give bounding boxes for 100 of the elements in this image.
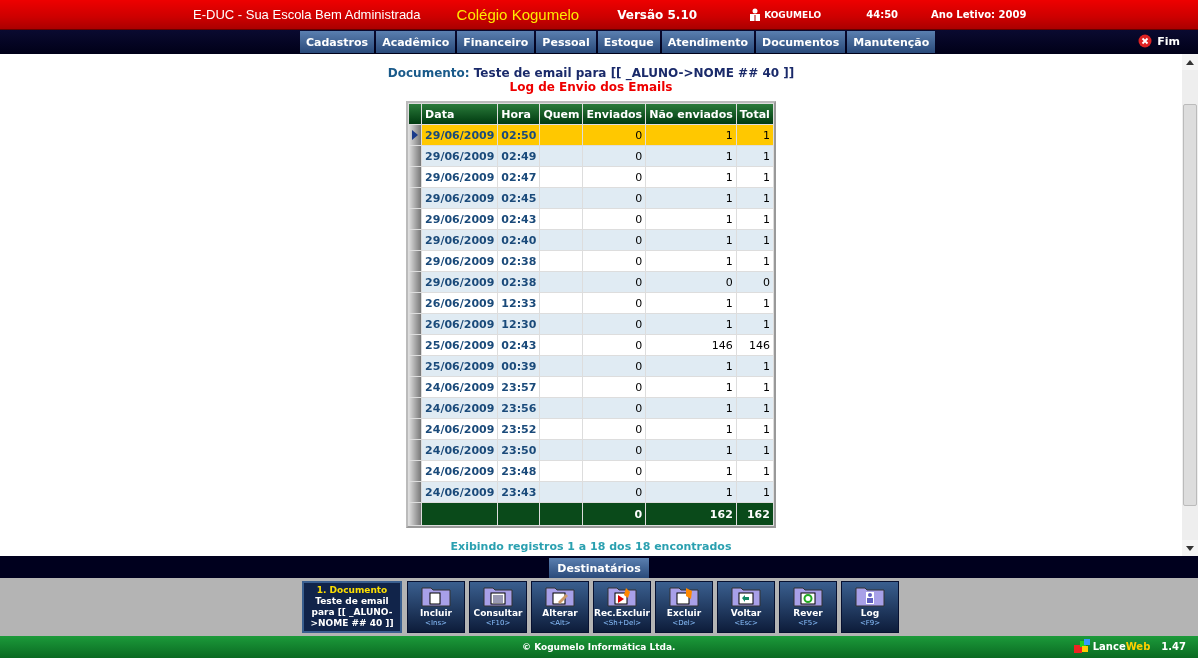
menu-item[interactable]: Acadêmico bbox=[376, 31, 456, 53]
table-cell: 02:38 bbox=[498, 251, 540, 271]
scroll-up-icon bbox=[1186, 59, 1194, 65]
total-cell: 162 bbox=[646, 503, 736, 525]
table-cell: 0 bbox=[583, 167, 646, 187]
table-cell: 0 bbox=[583, 482, 646, 502]
scrollbar[interactable] bbox=[1182, 54, 1198, 556]
table-row[interactable]: 29/06/2009 02:40 0 1 1 bbox=[409, 230, 773, 250]
table-cell: 29/06/2009 bbox=[422, 251, 498, 271]
table-cell: 29/06/2009 bbox=[422, 167, 498, 187]
table-cell: 1 bbox=[646, 461, 736, 481]
table-row[interactable]: 24/06/2009 23:50 0 1 1 bbox=[409, 440, 773, 460]
table-row[interactable]: 24/06/2009 23:52 0 1 1 bbox=[409, 419, 773, 439]
table-row[interactable]: 25/06/2009 00:39 0 1 1 bbox=[409, 356, 773, 376]
session-timer: 44:50 bbox=[866, 9, 899, 20]
table-cell: 1 bbox=[646, 419, 736, 439]
folder-icon bbox=[482, 584, 514, 608]
table-row[interactable]: 29/06/2009 02:38 0 1 1 bbox=[409, 251, 773, 271]
user-icon bbox=[749, 8, 762, 21]
table-cell: 29/06/2009 bbox=[422, 188, 498, 208]
total-cell: 0 bbox=[583, 503, 646, 525]
cubes-icon bbox=[1073, 639, 1090, 653]
brand-name: LanceWeb bbox=[1092, 640, 1151, 652]
column-header: Enviados bbox=[583, 104, 646, 124]
table-cell: 1 bbox=[736, 125, 773, 145]
column-header: Não enviados bbox=[646, 104, 736, 124]
table-cell: 1 bbox=[646, 146, 736, 166]
table-cell: 1 bbox=[646, 125, 736, 145]
table-cell: 0 bbox=[583, 272, 646, 292]
table-row[interactable]: 29/06/2009 02:38 0 0 0 bbox=[409, 272, 773, 292]
menu-item[interactable]: Estoque bbox=[597, 31, 660, 53]
table-cell: 26/06/2009 bbox=[422, 314, 498, 334]
menu-item[interactable]: Cadastros bbox=[300, 31, 375, 53]
menu-item[interactable]: Financeiro bbox=[457, 31, 535, 53]
table-cell: 1 bbox=[646, 167, 736, 187]
total-cell: 162 bbox=[736, 503, 773, 525]
table-cell: 1 bbox=[736, 209, 773, 229]
table-row[interactable]: 29/06/2009 02:50 0 1 1 bbox=[409, 125, 773, 145]
table-cell: 12:33 bbox=[498, 293, 540, 313]
table-row[interactable]: 24/06/2009 23:43 0 1 1 bbox=[409, 482, 773, 502]
brand-version: 1.47 bbox=[1161, 640, 1186, 652]
table-row[interactable]: 29/06/2009 02:49 0 1 1 bbox=[409, 146, 773, 166]
table-cell: 1 bbox=[736, 356, 773, 376]
records-info: Exibindo registros 1 a 18 dos 18 encontrados bbox=[450, 540, 732, 553]
menu-item[interactable]: Atendimento bbox=[661, 31, 755, 53]
table-cell: 0 bbox=[583, 230, 646, 250]
table-cell: 1 bbox=[736, 188, 773, 208]
exit-button[interactable]: Fim bbox=[1132, 33, 1186, 49]
table-cell: 0 bbox=[583, 335, 646, 355]
recipients-tab[interactable]: Destinatários bbox=[549, 558, 649, 578]
folder-icon bbox=[606, 584, 638, 608]
folder-icon bbox=[854, 584, 886, 608]
table-cell: 23:48 bbox=[498, 461, 540, 481]
table-cell: 1 bbox=[736, 419, 773, 439]
table-cell: 1 bbox=[736, 461, 773, 481]
log-title: Log de Envio dos Emails bbox=[509, 80, 673, 94]
table-cell: 23:50 bbox=[498, 440, 540, 460]
table-row[interactable]: 26/06/2009 12:33 0 1 1 bbox=[409, 293, 773, 313]
menu-item[interactable]: Pessoal bbox=[536, 31, 596, 53]
table-cell: 1 bbox=[646, 440, 736, 460]
table-row[interactable]: 24/06/2009 23:57 0 1 1 bbox=[409, 377, 773, 397]
column-header: Data bbox=[422, 104, 498, 124]
table-cell: 0 bbox=[583, 377, 646, 397]
table-cell: 24/06/2009 bbox=[422, 398, 498, 418]
table-row[interactable]: 29/06/2009 02:43 0 1 1 bbox=[409, 209, 773, 229]
table-cell: 0 bbox=[583, 314, 646, 334]
table-cell: 02:50 bbox=[498, 125, 540, 145]
menu-item[interactable]: Manutenção bbox=[847, 31, 936, 53]
table-row[interactable]: 24/06/2009 23:48 0 1 1 bbox=[409, 461, 773, 481]
table-row[interactable]: 29/06/2009 02:45 0 1 1 bbox=[409, 188, 773, 208]
table-cell: 02:43 bbox=[498, 335, 540, 355]
table-cell: 0 bbox=[583, 419, 646, 439]
school-name: Colégio Kogumelo bbox=[456, 6, 580, 23]
table-cell: 0 bbox=[583, 125, 646, 145]
scroll-down-icon bbox=[1186, 545, 1194, 551]
table-cell: 29/06/2009 bbox=[422, 125, 498, 145]
table-cell: 1 bbox=[736, 482, 773, 502]
folder-icon bbox=[668, 584, 700, 608]
table-cell: 29/06/2009 bbox=[422, 146, 498, 166]
table-cell: 1 bbox=[736, 230, 773, 250]
table-cell: 1 bbox=[646, 398, 736, 418]
table-row[interactable]: 26/06/2009 12:30 0 1 1 bbox=[409, 314, 773, 334]
copyright: © Kogumelo Informática Ltda. bbox=[522, 642, 676, 652]
table-cell: 1 bbox=[646, 230, 736, 250]
table-cell: 0 bbox=[583, 461, 646, 481]
table-cell: 02:43 bbox=[498, 209, 540, 229]
table-row[interactable]: 29/06/2009 02:47 0 1 1 bbox=[409, 167, 773, 187]
table-cell: 02:45 bbox=[498, 188, 540, 208]
document-title: Documento: Teste de email para [[ _ALUNO->NOME ## 40 ]] bbox=[387, 66, 795, 80]
table-cell: 1 bbox=[646, 251, 736, 271]
table-cell: 02:38 bbox=[498, 272, 540, 292]
table-row[interactable]: 24/06/2009 23:56 0 1 1 bbox=[409, 398, 773, 418]
menu-item[interactable]: Documentos bbox=[756, 31, 846, 53]
row-pointer-icon bbox=[412, 130, 419, 140]
folder-icon bbox=[544, 584, 576, 608]
table-cell: 1 bbox=[646, 356, 736, 376]
table-row[interactable]: 25/06/2009 02:43 0 146 146 bbox=[409, 335, 773, 355]
table-cell: 24/06/2009 bbox=[422, 440, 498, 460]
table-cell: 1 bbox=[736, 293, 773, 313]
table-cell: 0 bbox=[583, 293, 646, 313]
